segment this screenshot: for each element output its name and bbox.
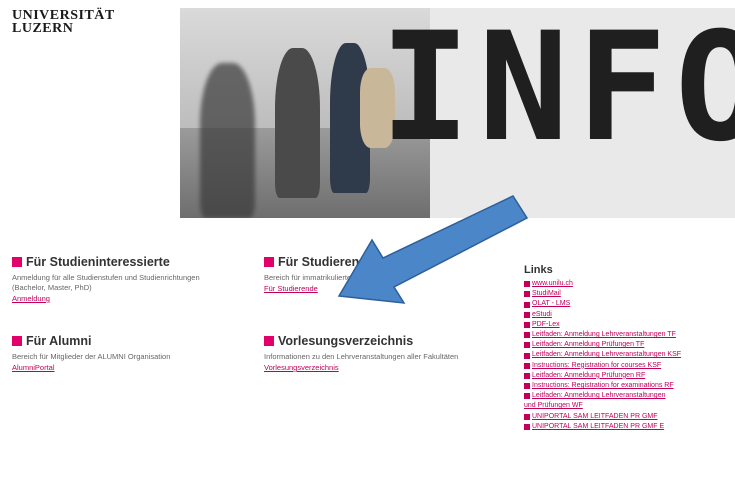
hero-person bbox=[200, 63, 255, 218]
document-icon bbox=[524, 423, 530, 430]
hero-info-text: INFO bbox=[380, 8, 735, 175]
link-item[interactable]: www.unilu.ch bbox=[524, 279, 734, 289]
link-icon bbox=[524, 291, 530, 298]
link-label: Leitfaden: Anmeldung Prüfungen TF bbox=[532, 341, 645, 349]
link-label: StudiMail bbox=[532, 290, 561, 298]
hero-person bbox=[275, 48, 320, 198]
square-icon bbox=[264, 257, 274, 267]
link-label: Leitfaden: Anmeldung Lehrveranstaltungen bbox=[532, 392, 666, 400]
links-title: Links bbox=[524, 264, 553, 276]
section-studierende: Für Studierende Bereich für immatrikulie… bbox=[264, 255, 479, 293]
alumniportal-link[interactable]: AlumniPortal bbox=[12, 363, 227, 372]
link-item[interactable]: Instructions: Registration for examinati… bbox=[524, 381, 734, 391]
section-text: Anmeldung für alle Studienstufen und Stu… bbox=[12, 273, 200, 292]
document-icon bbox=[524, 383, 530, 390]
link-icon bbox=[524, 311, 530, 318]
section-title: Vorlesungsverzeichnis bbox=[264, 334, 484, 348]
link-label: Instructions: Registration for courses K… bbox=[532, 361, 662, 369]
link-label: OLAT - LMS bbox=[532, 300, 571, 308]
section-title-text: Vorlesungsverzeichnis bbox=[278, 334, 414, 348]
link-item[interactable]: Leitfaden: Anmeldung Prüfungen TF bbox=[524, 340, 734, 350]
link-item[interactable]: UNIPORTAL SAM LEITFADEN PR GMF bbox=[524, 412, 734, 422]
document-icon bbox=[524, 332, 530, 339]
anmeldung-link[interactable]: Anmeldung bbox=[12, 294, 227, 303]
section-title-text: Für Alumni bbox=[26, 334, 92, 348]
link-icon bbox=[524, 281, 530, 288]
square-icon bbox=[264, 336, 274, 346]
section-title-text: Für Studierende bbox=[278, 255, 374, 269]
link-label: Instructions: Registration for examinati… bbox=[532, 382, 674, 390]
link-item[interactable]: Leitfaden: Anmeldung Lehrveranstaltungen… bbox=[524, 330, 734, 340]
link-label: UNIPORTAL SAM LEITFADEN PR GMF E bbox=[532, 422, 665, 430]
link-item[interactable]: UNIPORTAL SAM LEITFADEN PR GMF E bbox=[524, 422, 734, 432]
document-icon bbox=[524, 372, 530, 379]
link-item[interactable]: Leitfaden: Anmeldung Prüfungen RF bbox=[524, 371, 734, 381]
link-item-continued[interactable]: und Prüfungen WF bbox=[524, 401, 734, 411]
logo-line2: LUZERN bbox=[12, 21, 74, 36]
link-label: www.unilu.ch bbox=[532, 280, 573, 287]
link-label: PDF-Lex bbox=[532, 320, 560, 328]
section-text: Informationen zu den Lehrveranstaltungen… bbox=[264, 352, 459, 361]
document-icon bbox=[524, 342, 530, 349]
link-item[interactable]: Instructions: Registration for courses K… bbox=[524, 361, 734, 371]
section-studieninteressierte: Für Studieninteressierte Anmeldung für a… bbox=[12, 255, 227, 303]
square-icon bbox=[12, 257, 22, 267]
square-icon bbox=[12, 336, 22, 346]
document-icon bbox=[524, 362, 530, 369]
hero-banner: INFO bbox=[180, 8, 735, 218]
section-text: Bereich für Mitglieder der ALUMNI Organi… bbox=[12, 352, 171, 361]
section-title-text: Für Studieninteressierte bbox=[26, 255, 170, 269]
document-icon bbox=[524, 352, 530, 359]
link-item[interactable]: PDF-Lex bbox=[524, 320, 734, 330]
section-alumni: Für Alumni Bereich für Mitglieder der AL… bbox=[12, 334, 227, 372]
vorlesungsverzeichnis-link[interactable]: Vorlesungsverzeichnis bbox=[264, 363, 484, 372]
link-item[interactable]: Leitfaden: Anmeldung Lehrveranstaltungen… bbox=[524, 350, 734, 360]
link-item[interactable]: Leitfaden: Anmeldung Lehrveranstaltungen bbox=[524, 391, 734, 401]
studierende-link[interactable]: Für Studierende bbox=[264, 284, 479, 293]
section-title: Für Studierende bbox=[264, 255, 479, 269]
link-label: Leitfaden: Anmeldung Prüfungen RF bbox=[532, 371, 646, 379]
link-item[interactable]: StudiMail bbox=[524, 289, 734, 299]
link-icon bbox=[524, 321, 530, 328]
link-label: UNIPORTAL SAM LEITFADEN PR GMF bbox=[532, 412, 658, 420]
section-title: Für Studieninteressierte bbox=[12, 255, 227, 269]
section-text: Bereich für immatrikulierte Studierende bbox=[264, 273, 394, 282]
link-icon bbox=[524, 301, 530, 308]
document-icon bbox=[524, 413, 530, 420]
link-label: Leitfaden: Anmeldung Lehrveranstaltungen… bbox=[532, 331, 676, 339]
link-label: eStudi bbox=[532, 310, 552, 318]
link-item[interactable]: eStudi bbox=[524, 310, 734, 320]
link-item[interactable]: OLAT - LMS bbox=[524, 299, 734, 309]
document-icon bbox=[524, 393, 530, 400]
university-logo[interactable]: UNIVERSITÄT LUZERN bbox=[12, 9, 115, 36]
links-list: www.unilu.ch StudiMail OLAT - LMS eStudi… bbox=[524, 279, 734, 432]
link-label: und Prüfungen WF bbox=[524, 402, 583, 410]
section-title: Für Alumni bbox=[12, 334, 227, 348]
link-label: Leitfaden: Anmeldung Lehrveranstaltungen… bbox=[532, 351, 682, 359]
section-vorlesungsverzeichnis: Vorlesungsverzeichnis Informationen zu d… bbox=[264, 334, 484, 372]
